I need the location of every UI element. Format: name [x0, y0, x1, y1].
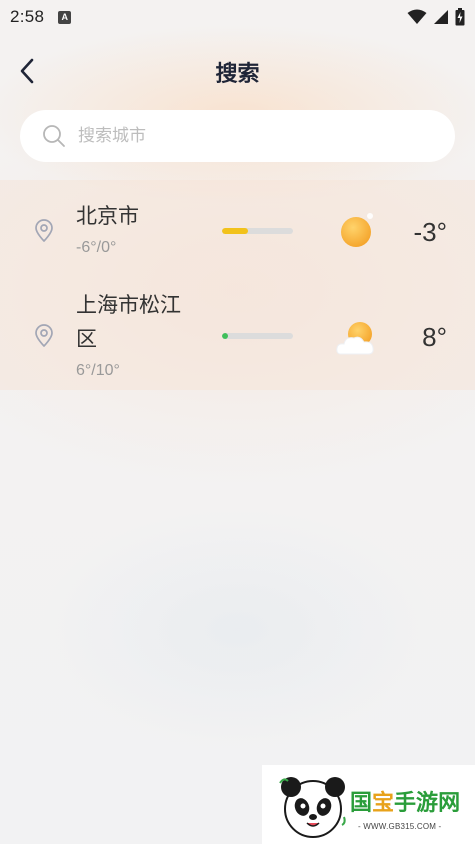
panda-logo	[279, 777, 346, 838]
watermark-url: - WWW.GB315.COM -	[358, 822, 442, 831]
search-input[interactable]	[78, 126, 398, 146]
status-bar: 2:58 A	[0, 0, 475, 34]
wifi-icon	[407, 9, 427, 24]
temp-range-fill	[222, 333, 228, 339]
battery-icon	[455, 8, 465, 26]
city-current-temp: -3°	[413, 217, 447, 247]
city-row-shanghai-songjiang[interactable]: 上海市松江区 6°/10° 8°	[0, 280, 475, 385]
signal-icon	[434, 10, 448, 24]
location-pin-icon	[35, 219, 53, 242]
partly-cloudy-icon	[336, 322, 374, 355]
header-bar: 搜索	[0, 48, 475, 94]
notification-app-icon: A	[58, 10, 72, 24]
status-icons	[407, 8, 465, 26]
search-icon	[43, 125, 65, 147]
city-temp-range: 6°/10°	[76, 362, 120, 379]
temp-range-bar	[222, 333, 293, 339]
temp-range-bar	[222, 228, 293, 234]
city-current-temp: 8°	[422, 322, 447, 352]
watermark-brand: 国宝手游网	[350, 791, 461, 816]
city-row-beijing[interactable]: 北京市 -6°/0° -3°	[0, 190, 475, 275]
search-box[interactable]	[20, 110, 455, 162]
status-time: 2:58	[10, 7, 45, 26]
location-pin-icon	[35, 324, 53, 347]
site-watermark: 国宝手游网 - WWW.GB315.COM -	[262, 765, 475, 844]
city-name: 上海市松江区	[76, 293, 181, 351]
sunny-icon	[341, 213, 373, 247]
temp-range-fill	[222, 228, 249, 234]
city-temp-range: -6°/0°	[76, 239, 117, 256]
city-name: 北京市	[76, 204, 139, 228]
page-title: 搜索	[215, 62, 260, 87]
